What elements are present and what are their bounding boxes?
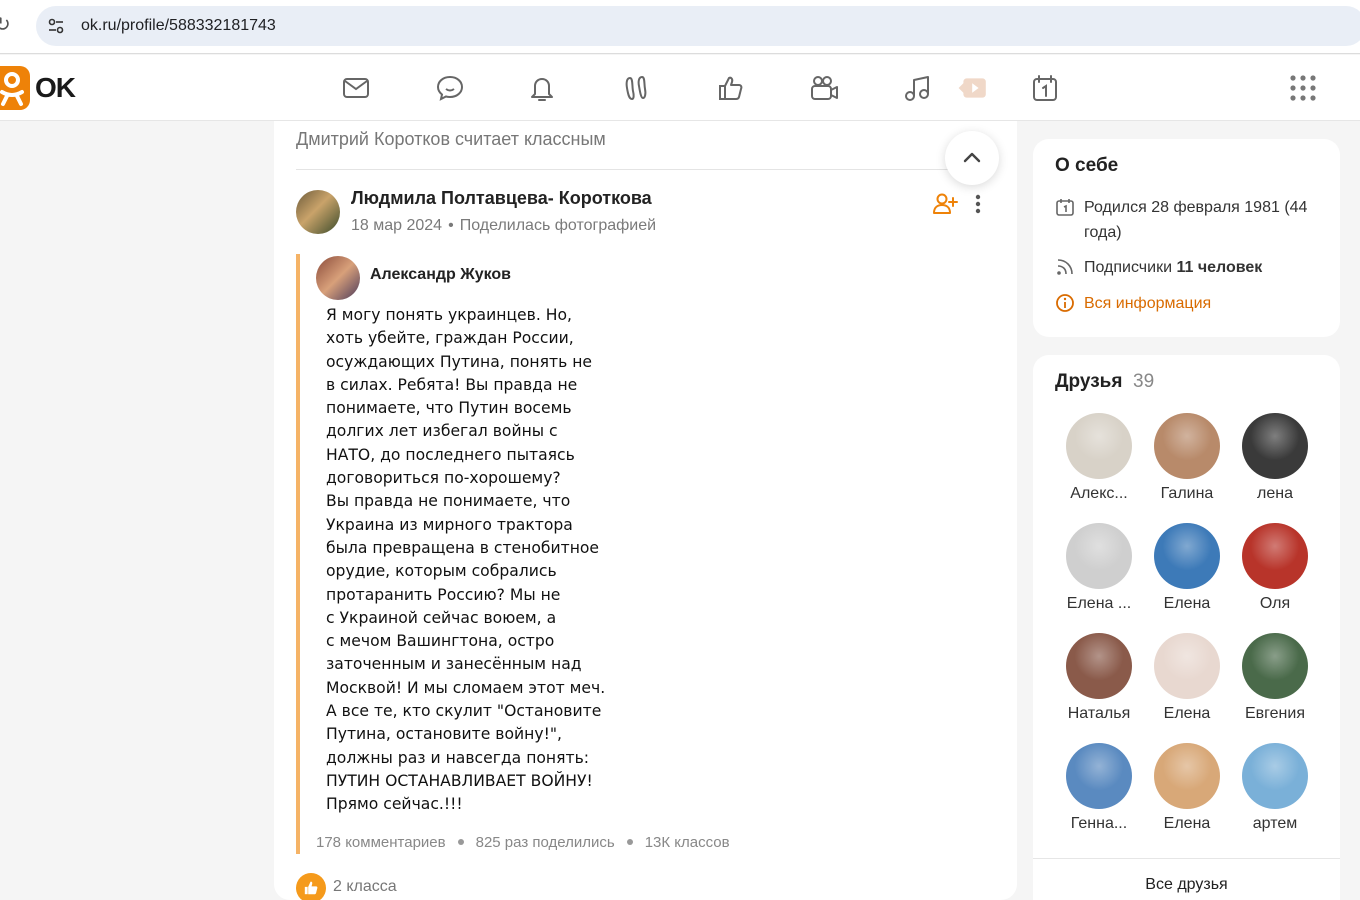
friend-item[interactable]: Евгения <box>1231 633 1319 733</box>
friend-name[interactable]: Елена ... <box>1055 595 1143 613</box>
friend-name[interactable]: Елена <box>1143 815 1231 833</box>
video-play-icon[interactable] <box>955 70 991 106</box>
more-options-icon[interactable] <box>968 191 988 217</box>
browser-toolbar: ↻ ok.ru/profile/588332181743 <box>0 0 1360 54</box>
friend-avatar[interactable] <box>1066 633 1132 699</box>
friend-avatar[interactable] <box>1242 633 1308 699</box>
post-action: Поделилась фотографией <box>459 217 657 234</box>
author-avatar[interactable] <box>296 190 340 234</box>
ok-logo-icon[interactable] <box>0 66 30 110</box>
friend-avatar[interactable] <box>1066 523 1132 589</box>
all-info-link[interactable]: Вся информация <box>1084 291 1334 316</box>
friend-name[interactable]: Наталья <box>1055 705 1143 723</box>
about-title: О себе <box>1055 155 1119 176</box>
friend-avatar[interactable] <box>1066 413 1132 479</box>
post-text: Я могу понять украинцев. Но, хоть убейте… <box>326 306 606 814</box>
friend-item[interactable]: Елена ... <box>1055 523 1143 623</box>
divider <box>1033 858 1340 859</box>
friend-item[interactable]: Елена <box>1143 743 1231 843</box>
friend-item[interactable]: Галина <box>1143 413 1231 513</box>
video-camera-icon[interactable] <box>806 70 842 106</box>
friends-card: Друзья 39 Алекс... Галина лена Елена ... Еле… <box>1033 355 1340 900</box>
friend-name[interactable]: артем <box>1231 815 1319 833</box>
friend-avatar[interactable] <box>1242 743 1308 809</box>
scroll-up-button[interactable] <box>945 131 999 185</box>
rss-icon <box>1057 259 1073 275</box>
site-header: OK <box>0 55 1360 121</box>
like-count[interactable]: 2 класса <box>333 878 397 896</box>
friend-item[interactable]: Генна... <box>1055 743 1143 843</box>
likes-icon[interactable] <box>712 70 748 106</box>
friend-avatar[interactable] <box>1154 523 1220 589</box>
friend-item[interactable]: Елена <box>1143 633 1231 733</box>
birth-text: Родился 28 февраля 1981 (44 года) <box>1084 199 1308 241</box>
friend-name[interactable]: Галина <box>1143 485 1231 503</box>
likes-total[interactable]: 13К классов <box>645 834 730 851</box>
liked-by-label[interactable]: Дмитрий Коротков считает классным <box>296 129 606 150</box>
author-name[interactable]: Людмила Полтавцева- Короткова <box>351 188 652 209</box>
divider <box>296 169 996 170</box>
friend-item[interactable]: Оля <box>1231 523 1319 623</box>
friend-item[interactable]: Елена <box>1143 523 1231 623</box>
friend-name[interactable]: Оля <box>1231 595 1319 613</box>
about-card: О себе Родился 28 февраля 1981 (44 года)… <box>1033 139 1340 337</box>
followers-value[interactable]: 11 человек <box>1176 259 1262 276</box>
friend-item[interactable]: Наталья <box>1055 633 1143 733</box>
chat-icon[interactable] <box>432 70 468 106</box>
logo-text[interactable]: OK <box>35 72 76 104</box>
post-meta: 18 мар 2024 • Поделилась фотографией <box>351 217 657 234</box>
music-icon[interactable] <box>899 70 935 106</box>
chevron-up-icon <box>963 152 981 163</box>
reload-icon[interactable]: ↻ <box>0 12 11 37</box>
site-info-icon[interactable] <box>46 16 66 36</box>
friend-item[interactable]: лена <box>1231 413 1319 513</box>
feed-post-card: Дмитрий Коротков считает классным Людмил… <box>274 121 1017 900</box>
friend-name[interactable]: Евгения <box>1231 705 1319 723</box>
address-bar[interactable]: ok.ru/profile/588332181743 <box>36 6 1360 46</box>
original-author-avatar[interactable] <box>316 256 360 300</box>
friends-count: 39 <box>1133 371 1155 392</box>
shares-count[interactable]: 825 раз поделились <box>476 834 615 851</box>
add-friend-icon[interactable] <box>932 191 958 217</box>
friend-avatar[interactable] <box>1242 523 1308 589</box>
calendar-icon[interactable] <box>1027 70 1063 106</box>
post-stats: 178 комментариев 825 раз поделились 13К кл… <box>316 834 730 851</box>
post-date[interactable]: 18 мар 2024 <box>351 217 442 234</box>
friend-avatar[interactable] <box>1242 413 1308 479</box>
friend-name[interactable]: Генна... <box>1055 815 1143 833</box>
shared-post-quote: Александр Жуков Я могу понять украинцев.… <box>296 254 996 854</box>
mail-icon[interactable] <box>338 70 374 106</box>
guests-icon[interactable] <box>618 70 654 106</box>
all-friends-button[interactable]: Все друзья <box>1033 876 1340 894</box>
like-badge-icon[interactable] <box>296 873 326 900</box>
friend-avatar[interactable] <box>1154 633 1220 699</box>
friend-avatar[interactable] <box>1154 413 1220 479</box>
calendar-icon <box>1056 199 1074 216</box>
friend-name[interactable]: лена <box>1231 485 1319 503</box>
friend-name[interactable]: Елена <box>1143 705 1231 723</box>
original-author-name[interactable]: Александр Жуков <box>370 266 511 284</box>
followers-label: Подписчики <box>1084 259 1173 276</box>
friend-item[interactable]: Алекс... <box>1055 413 1143 513</box>
url-text[interactable]: ok.ru/profile/588332181743 <box>81 17 276 35</box>
friend-avatar[interactable] <box>1154 743 1220 809</box>
info-icon <box>1056 294 1074 312</box>
apps-grid-icon[interactable] <box>1287 72 1319 104</box>
friend-name[interactable]: Алекс... <box>1055 485 1143 503</box>
friend-name[interactable]: Елена <box>1143 595 1231 613</box>
comments-count[interactable]: 178 комментариев <box>316 834 446 851</box>
friends-title[interactable]: Друзья <box>1055 371 1122 393</box>
friend-avatar[interactable] <box>1066 743 1132 809</box>
friend-item[interactable]: артем <box>1231 743 1319 843</box>
bell-icon[interactable] <box>524 70 560 106</box>
